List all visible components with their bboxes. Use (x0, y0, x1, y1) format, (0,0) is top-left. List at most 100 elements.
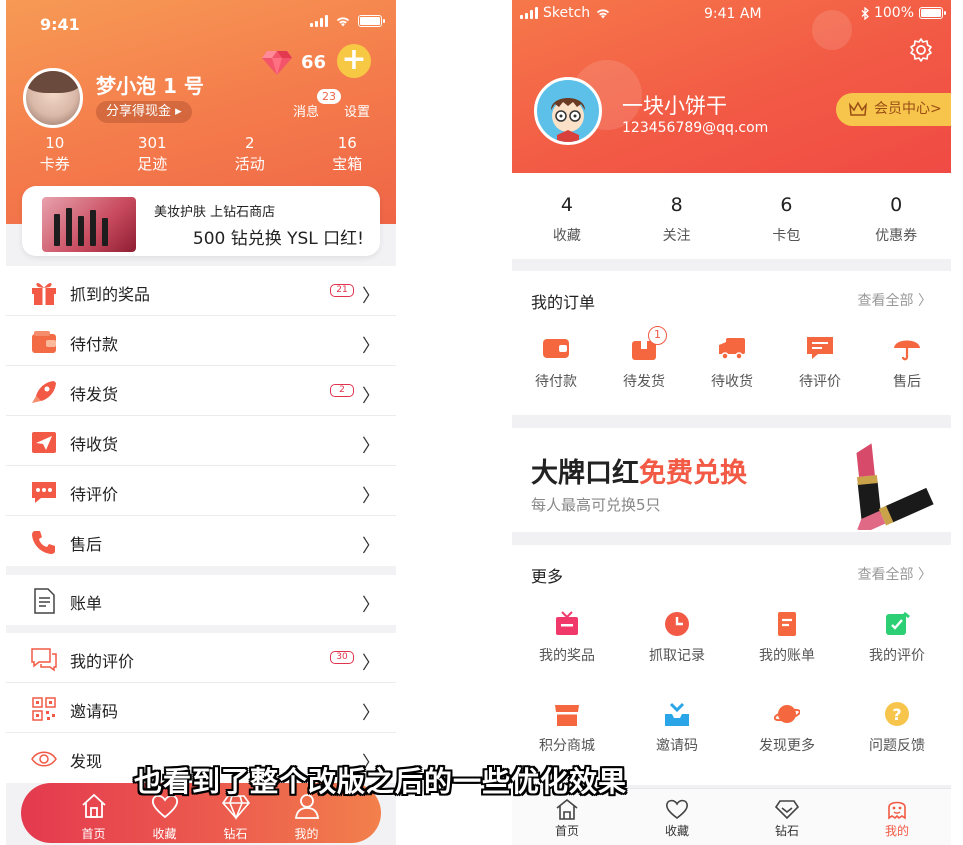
settings-link[interactable]: 设置 (344, 101, 370, 120)
rocket-icon (32, 381, 56, 403)
more-discover[interactable]: 发现更多 (732, 701, 842, 755)
battery-icon (358, 15, 385, 27)
chevron-right-icon: 〉 (362, 486, 380, 507)
count-card-pack[interactable]: 6 卡包 (732, 173, 842, 259)
wallet-icon (543, 339, 569, 358)
gift-icon (32, 282, 56, 305)
document-icon (34, 588, 55, 614)
count-badge: 2 (330, 384, 354, 397)
stat-treasure[interactable]: 16 宝箱 (299, 134, 397, 174)
menu-row-pending-receipt[interactable]: 待收货 〉 (6, 416, 396, 466)
chevron-right-icon: 〉 (362, 653, 380, 674)
profile-header: Sketch 9:41 AM 100% 一块小饼干 123456789@qq.c… (512, 0, 951, 173)
menu-row-pending-payment[interactable]: 待付款 〉 (6, 316, 396, 366)
chevron-right-icon: 〉 (362, 336, 380, 357)
paper-plane-icon (32, 432, 56, 453)
comment-icon (807, 337, 833, 359)
tab-diamond[interactable]: 钻石 (732, 789, 842, 839)
inbox-icon (665, 702, 689, 726)
clock-icon (665, 612, 689, 636)
diamond-icon (775, 800, 799, 820)
tab-favorites[interactable]: 收藏 (622, 789, 732, 839)
shop-icon (555, 705, 579, 726)
more-feedback[interactable]: ? 问题反馈 (842, 701, 951, 755)
menu-row-after-sales[interactable]: 售后 〉 (6, 516, 396, 566)
stat-coupons[interactable]: 10 卡券 (6, 134, 104, 174)
orders-menu: 抓到的奖品 21 〉 待付款 〉 待发货 2 〉 待收货 〉 待评价 〉 售后 (6, 266, 396, 566)
gear-icon[interactable] (908, 37, 934, 63)
heart-icon (666, 799, 688, 820)
counts-card: 4 收藏 8 关注 6 卡包 0 优惠券 (512, 173, 951, 259)
menu-row-bill[interactable]: 账单 〉 (6, 575, 396, 625)
member-center-button[interactable]: 会员中心> (836, 93, 951, 126)
count-coupons[interactable]: 0 优惠券 (841, 173, 951, 259)
order-pending-shipment[interactable]: 1 待发货 (609, 326, 679, 391)
add-gems-button[interactable]: + (337, 44, 371, 78)
menu-row-invite-code[interactable]: 邀请码 〉 (6, 683, 396, 733)
count-badge: 30 (330, 651, 354, 664)
menu-row-my-reviews[interactable]: 我的评价 30 〉 (6, 633, 396, 683)
count-following[interactable]: 8 关注 (622, 173, 732, 259)
chat-bubble-icon (32, 482, 56, 503)
signal-icon (310, 15, 328, 27)
wifi-icon (597, 9, 610, 19)
more-my-bill[interactable]: 我的账单 (732, 611, 842, 665)
my-orders-card: 我的订单 查看全部 〉 待付款 1 待发货 待收货 待评价 售后 (512, 271, 951, 415)
messages-badge: 23 (317, 89, 341, 104)
decor-bubble (812, 10, 852, 50)
crown-icon (849, 101, 867, 116)
tab-home[interactable]: 首页 (58, 783, 129, 843)
stat-footprints[interactable]: 301 足迹 (104, 134, 202, 174)
menu-row-prizes[interactable]: 抓到的奖品 21 〉 (6, 266, 396, 316)
order-after-sales[interactable]: 售后 (872, 335, 942, 391)
status-right: 100% (861, 5, 946, 21)
wallet-icon (32, 331, 56, 353)
stat-activities[interactable]: 2 活动 (201, 134, 299, 174)
chevron-right-icon: 〉 (362, 386, 380, 407)
more-invite-code[interactable]: 邀请码 (622, 701, 732, 755)
banner-subtitle: 每人最高可兑换5只 (531, 496, 661, 514)
count-badge: 21 (330, 284, 354, 297)
lipstick-banner[interactable]: 大牌口红免费兑换 每人最高可兑换5只 (512, 428, 951, 532)
more-points-mall[interactable]: 积分商城 (512, 701, 622, 755)
more-my-prizes[interactable]: 我的奖品 (512, 611, 622, 665)
battery-percent: 100% (873, 5, 914, 21)
order-pending-payment[interactable]: 待付款 (521, 335, 591, 391)
promo-card[interactable]: 美妆护肤 上钻石商店 500 钻兑换 YSL 口红! (22, 186, 380, 256)
more-grab-records[interactable]: 抓取记录 (622, 611, 732, 665)
view-all-orders-link[interactable]: 查看全部 〉 (858, 290, 932, 310)
order-pending-receipt[interactable]: 待收货 (697, 335, 767, 391)
order-pending-review[interactable]: 待评价 (785, 335, 855, 391)
avatar[interactable] (23, 68, 83, 128)
tab-mine[interactable]: 我的 (842, 789, 951, 839)
gift-icon (556, 611, 578, 635)
truck-icon (719, 338, 745, 360)
banner-title: 大牌口红免费兑换 (531, 458, 747, 489)
more-my-reviews[interactable]: 我的评价 (842, 611, 951, 665)
more-card: 更多 查看全部 〉 我的奖品 抓取记录 我的账单 我的评价 积分商城 邀请码 发… (512, 545, 951, 785)
status-time: 9:41 (40, 15, 80, 34)
view-all-more-link[interactable]: 查看全部 〉 (858, 564, 932, 584)
status-icons (310, 15, 385, 27)
phone-icon (32, 531, 55, 554)
chevron-right-icon: 〉 (362, 286, 380, 307)
username: 一块小饼干 (622, 94, 727, 118)
menu-row-pending-shipment[interactable]: 待发货 2 〉 (6, 366, 396, 416)
bill-menu: 账单 〉 (6, 575, 396, 625)
count-favorites[interactable]: 4 收藏 (512, 173, 622, 259)
promo-caption: 美妆护肤 上钻石商店 (154, 205, 276, 220)
question-icon: ? (885, 702, 909, 726)
section-title: 更多 (531, 567, 564, 586)
bill-icon (778, 612, 796, 636)
svg-text:?: ? (892, 705, 901, 724)
order-count-badge: 1 (648, 326, 667, 345)
share-cash-button[interactable]: 分享得现金 ▸ (96, 101, 192, 123)
comments-icon (31, 648, 57, 672)
signal-icon (520, 7, 538, 19)
video-subtitle: 也看到了整个改版之后的一些优化效果 (134, 765, 628, 798)
section-title: 我的订单 (531, 293, 596, 312)
planet-icon (774, 705, 800, 723)
avatar[interactable] (534, 77, 602, 145)
messages-link[interactable]: 消息 (293, 101, 319, 120)
menu-row-pending-review[interactable]: 待评价 〉 (6, 466, 396, 516)
